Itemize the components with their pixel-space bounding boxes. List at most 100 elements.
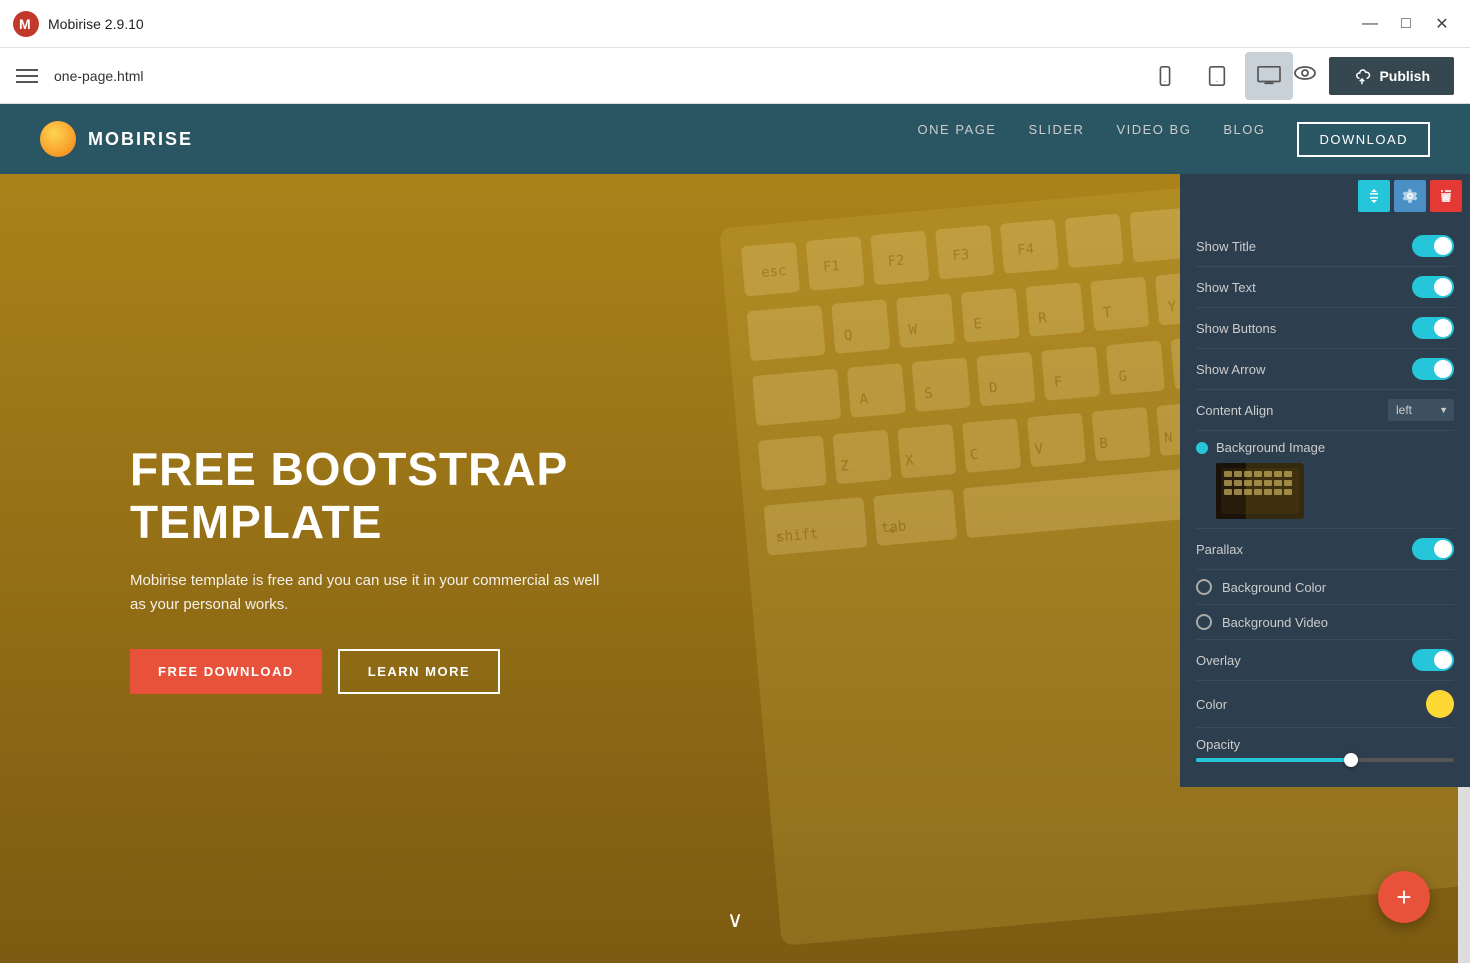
background-video-radio[interactable] — [1196, 614, 1212, 630]
filename-label: one-page.html — [54, 68, 1141, 84]
background-image-preview — [1216, 463, 1304, 519]
background-image-thumbnail[interactable] — [1216, 463, 1304, 519]
app-icon: M — [12, 10, 40, 38]
show-buttons-toggle[interactable] — [1412, 317, 1454, 339]
nav-download-button[interactable]: DOWNLOAD — [1297, 122, 1430, 157]
learn-more-button[interactable]: LEARN MORE — [338, 649, 500, 694]
scroll-arrow[interactable]: ∨ — [727, 907, 743, 933]
overlay-label: Overlay — [1196, 653, 1412, 668]
hero-title: FREE BOOTSTRAP TEMPLATE — [130, 443, 610, 549]
free-download-button[interactable]: FREE DOWNLOAD — [130, 649, 322, 694]
content-align-wrapper: left center right — [1388, 399, 1454, 421]
nav-link-blog[interactable]: BLOG — [1223, 122, 1265, 157]
minimize-button[interactable]: — — [1354, 8, 1386, 40]
publish-button[interactable]: Publish — [1329, 57, 1454, 95]
logo-icon — [40, 121, 76, 157]
show-text-row: Show Text — [1196, 267, 1454, 308]
svg-text:⇥: ⇥ — [886, 522, 896, 539]
svg-text:N: N — [1163, 430, 1173, 447]
svg-text:F: F — [1053, 374, 1063, 391]
background-image-header: Background Image — [1196, 440, 1325, 455]
panel-settings-button[interactable] — [1394, 180, 1426, 212]
opacity-slider-fill — [1196, 758, 1351, 762]
background-video-label: Background Video — [1222, 615, 1454, 630]
desktop-view-button[interactable] — [1245, 52, 1293, 100]
panel-toolbar — [1180, 174, 1470, 218]
close-button[interactable]: ✕ — [1426, 8, 1458, 40]
nav-link-videobg[interactable]: VIDEO BG — [1116, 122, 1191, 157]
svg-text:C: C — [969, 447, 979, 464]
show-buttons-label: Show Buttons — [1196, 321, 1412, 336]
background-video-row: Background Video — [1196, 605, 1454, 640]
show-arrow-row: Show Arrow — [1196, 349, 1454, 390]
svg-text:G: G — [1118, 369, 1128, 386]
add-section-button[interactable]: + — [1378, 871, 1430, 923]
svg-text:B: B — [1099, 436, 1109, 453]
nav-link-onepage[interactable]: ONE PAGE — [918, 122, 997, 157]
svg-text:D: D — [988, 380, 998, 397]
logo-text: MOBIRISE — [88, 129, 193, 150]
preview-area: MOBIRISE ONE PAGE SLIDER VIDEO BG BLOG D… — [0, 104, 1470, 963]
overlay-row: Overlay — [1196, 640, 1454, 681]
svg-text:M: M — [19, 16, 31, 32]
maximize-button[interactable]: □ — [1390, 8, 1422, 40]
color-label: Color — [1196, 697, 1426, 712]
site-navbar: MOBIRISE ONE PAGE SLIDER VIDEO BG BLOG D… — [0, 104, 1470, 174]
content-align-row: Content Align left center right — [1196, 390, 1454, 431]
show-buttons-row: Show Buttons — [1196, 308, 1454, 349]
panel-body: Show Title Show Text — [1180, 218, 1470, 787]
background-image-indicator — [1196, 442, 1208, 454]
show-arrow-label: Show Arrow — [1196, 362, 1412, 377]
svg-text:⇧: ⇧ — [774, 529, 784, 546]
background-color-label: Background Color — [1222, 580, 1454, 595]
parallax-toggle[interactable] — [1412, 538, 1454, 560]
hero-buttons: FREE DOWNLOAD LEARN MORE — [130, 649, 610, 694]
show-text-label: Show Text — [1196, 280, 1412, 295]
publish-label: Publish — [1379, 68, 1430, 84]
nav-link-slider[interactable]: SLIDER — [1028, 122, 1084, 157]
svg-text:esc: esc — [761, 263, 788, 281]
svg-text:F3: F3 — [952, 247, 970, 264]
app-title: Mobirise 2.9.10 — [48, 16, 1354, 32]
overlay-toggle[interactable] — [1412, 649, 1454, 671]
window-controls: — □ ✕ — [1354, 8, 1458, 40]
parallax-row: Parallax — [1196, 529, 1454, 570]
background-image-row: Background Image — [1196, 431, 1454, 529]
show-title-toggle[interactable] — [1412, 235, 1454, 257]
parallax-label: Parallax — [1196, 542, 1412, 557]
color-row: Color — [1196, 681, 1454, 728]
title-bar: M Mobirise 2.9.10 — □ ✕ — [0, 0, 1470, 48]
tablet-view-button[interactable] — [1193, 52, 1241, 100]
content-align-label: Content Align — [1196, 403, 1388, 418]
opacity-row: Opacity — [1196, 728, 1454, 771]
panel-reorder-button[interactable] — [1358, 180, 1390, 212]
show-arrow-toggle[interactable] — [1412, 358, 1454, 380]
opacity-slider-thumb[interactable] — [1344, 753, 1358, 767]
svg-text:F2: F2 — [887, 253, 905, 270]
nav-links: ONE PAGE SLIDER VIDEO BG BLOG DOWNLOAD — [918, 122, 1430, 157]
settings-panel: Show Title Show Text — [1180, 174, 1470, 787]
svg-text:Q: Q — [843, 327, 853, 344]
show-title-label: Show Title — [1196, 239, 1412, 254]
content-align-select[interactable]: left center right — [1388, 399, 1454, 421]
svg-text:F1: F1 — [822, 258, 840, 275]
show-title-row: Show Title — [1196, 226, 1454, 267]
svg-text:F4: F4 — [1017, 241, 1035, 258]
opacity-slider-track — [1196, 758, 1454, 762]
background-color-radio[interactable] — [1196, 579, 1212, 595]
show-text-toggle[interactable] — [1412, 276, 1454, 298]
background-image-label: Background Image — [1216, 440, 1325, 455]
color-swatch-button[interactable] — [1426, 690, 1454, 718]
background-color-row: Background Color — [1196, 570, 1454, 605]
site-logo: MOBIRISE — [40, 121, 918, 157]
svg-text:E: E — [973, 316, 983, 333]
toolbar-right: Publish — [1293, 57, 1454, 95]
hamburger-menu-button[interactable] — [16, 69, 38, 83]
hero-text: Mobirise template is free and you can us… — [130, 569, 610, 617]
hero-content: FREE BOOTSTRAP TEMPLATE Mobirise templat… — [130, 443, 610, 694]
opacity-label: Opacity — [1196, 737, 1240, 752]
mobile-view-button[interactable] — [1141, 52, 1189, 100]
preview-button[interactable] — [1293, 61, 1317, 91]
panel-delete-button[interactable] — [1430, 180, 1462, 212]
app-toolbar: one-page.html — [0, 48, 1470, 104]
